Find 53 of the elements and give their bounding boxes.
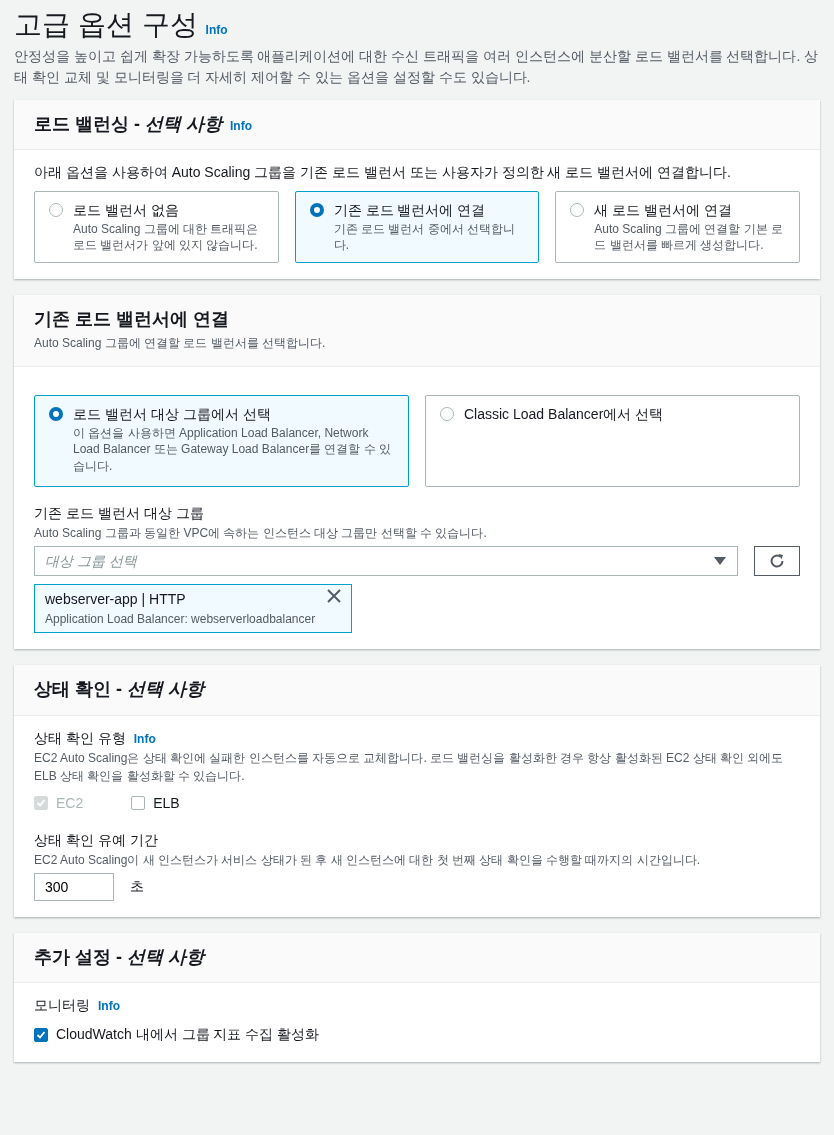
token-detail: Application Load Balancer: webserverloadbalancer: [45, 611, 316, 629]
field-label: 상태 확인 유예 기간: [34, 830, 159, 850]
radio-tile[interactable]: 로드 밸런서 없음 Auto Scaling 그룹에 대한 트래픽은 로드 밸런서가 앞에 있지 않습니다.: [34, 191, 279, 263]
token-name: webserver-app | HTTP: [45, 590, 187, 610]
radio-icon: [49, 203, 63, 218]
panel-title: 기존 로드 밸런서에 연결: [34, 308, 229, 331]
option-label: 기존 로드 밸런서에 연결: [333, 201, 487, 221]
remove-button[interactable]: [327, 589, 342, 604]
checkbox-label: EC2: [56, 793, 84, 813]
option-label: Classic Load Balancer에서 선택: [464, 405, 664, 425]
radio-icon: [570, 203, 585, 218]
target-group-select[interactable]: 대상 그룹 선택: [34, 546, 738, 577]
page-title: 고급 옵션 구성: [14, 8, 198, 42]
option-description: Auto Scaling 그룹에 연결할 기본 로드 밸런서를 빠르게 생성합니다.: [594, 221, 785, 254]
refresh-icon: [768, 552, 786, 571]
option-description: 기존 로드 밸런서 중에서 선택합니다.: [333, 221, 516, 254]
option-label: 로드 밸런서 대상 그룹에서 선택: [73, 405, 272, 425]
option-description: 이 옵션을 사용하면 Application Load Balancer, Network Load Balancer 또는 Gateway Load Balancer를 연결할 수 있습니다.: [73, 425, 393, 474]
intro-text: 아래 옵션을 사용하여 Auto Scaling 그룹을 기존 로드 밸런서 또는 사용자가 정의한 새 로드 밸런서에 연결합니다.: [34, 163, 732, 183]
close-icon: [327, 589, 342, 604]
radio-icon: [440, 407, 454, 422]
option-label: 새 로드 밸런서에 연결: [594, 201, 733, 221]
field-hint: Auto Scaling 그룹과 동일한 VPC에 속하는 인스턴스 대상 그룹만 선택할 수 있습니다.: [34, 525, 488, 543]
refresh-button[interactable]: [754, 546, 800, 577]
field-label: 모니터링: [34, 996, 90, 1016]
checkbox[interactable]: [34, 1027, 48, 1042]
field-label: 상태 확인 유형: [34, 728, 126, 748]
checkbox-label: CloudWatch 내에서 그룹 지표 수집 활성화: [56, 1025, 320, 1045]
info-link[interactable]: Info: [98, 997, 120, 1016]
info-link[interactable]: Info: [230, 116, 252, 135]
info-link[interactable]: Info: [205, 21, 228, 39]
caret-icon: [714, 557, 726, 566]
checkbox-label: ELB: [153, 793, 180, 813]
radio-tile[interactable]: 새 로드 밸런서에 연결 Auto Scaling 그룹에 연결할 기본 로드 밸런서를 빠르게 생성합니다.: [555, 191, 800, 263]
checkbox[interactable]: [131, 796, 146, 811]
panel-title: 상태 확인 - 선택 사항: [34, 679, 204, 701]
field-hint: EC2 Auto Scaling은 상태 확인에 실패한 인스턴스를 자동으로 교체합니다. 로드 밸런싱을 활성화한 경우 항상 활성화된 EC2 상태 확인 외에도 ELB 상태 확인을 활성화할 수 있습니다.: [34, 749, 785, 785]
panel-title: 로드 밸런싱 - 선택 사항: [34, 113, 222, 136]
option-description: Auto Scaling 그룹에 대한 트래픽은 로드 밸런서가 앞에 있지 않습니다.: [73, 221, 260, 254]
field-hint: EC2 Auto Scaling이 새 인스턴스가 서비스 상태가 된 후 새 인스턴스에 대한 첫 번째 상태 확인을 수행할 때까지의 시간입니다.: [34, 851, 702, 869]
panel-title: 추가 설정 - 선택 사항: [34, 946, 204, 969]
radio-icon: [309, 203, 324, 218]
unit-label: 초: [130, 877, 144, 897]
grace-period-input[interactable]: 300: [34, 872, 114, 901]
page-description: 안정성을 높이고 쉽게 확장 가능하도록 애플리케이션에 대한 수신 트래픽을 여러 인스턴스에 분산할 로드 밸런서를 선택합니다. 상태 확인 교체 및 모니터링을 더 자세히 제어할 수 있는 옵션을 설정할 수도 있습니다.: [14, 46, 820, 87]
radio-tile[interactable]: Classic Load Balancer에서 선택: [425, 395, 800, 488]
radio-tile[interactable]: 기존 로드 밸런서에 연결 기존 로드 밸런서 중에서 선택합니다.: [294, 191, 540, 263]
radio-tile[interactable]: 로드 밸런서 대상 그룹에서 선택 이 옵션을 사용하면 Application Load Balancer, Network Load Balancer 또는 Gateway Load Balancer를 연결할 수 있습니다.: [34, 395, 409, 488]
field-label: 기존 로드 밸런서 대상 그룹: [34, 504, 205, 524]
info-link[interactable]: Info: [133, 729, 156, 748]
radio-icon: [49, 407, 63, 422]
option-label: 로드 밸런서 없음: [73, 201, 180, 221]
panel-subtitle: Auto Scaling 그룹에 연결할 로드 밸런서를 선택합니다.: [34, 335, 327, 353]
